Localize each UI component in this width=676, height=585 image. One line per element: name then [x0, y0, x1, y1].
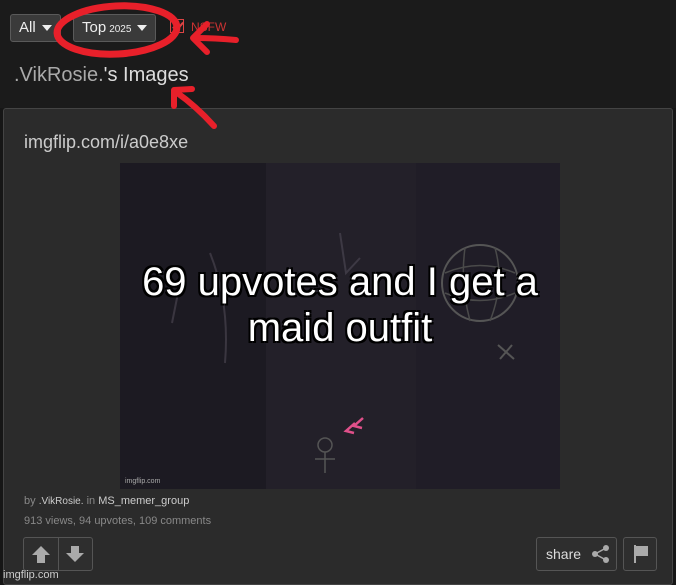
- downvote-button[interactable]: [58, 538, 92, 570]
- flag-icon: [634, 545, 648, 563]
- meme-caption: 69 upvotes and I get a maid outfit: [142, 260, 538, 350]
- annotation-arrow: [173, 89, 217, 129]
- in-prefix: in: [86, 495, 96, 507]
- share-label: share: [546, 546, 582, 562]
- annotation-circle: [53, 2, 181, 58]
- by-prefix: by: [24, 495, 36, 507]
- image-card: imgflip.com/i/a0e8xe 69 upvotes and I ge…: [3, 108, 673, 585]
- upvote-arrow-icon: [32, 546, 50, 563]
- upvote-button[interactable]: [24, 538, 59, 570]
- site-watermark: imgflip.com: [3, 569, 59, 581]
- group-link[interactable]: MS_memer_group: [98, 495, 189, 507]
- byline: by .VikRosie. in MS_memer_group: [24, 495, 189, 507]
- share-icon: [592, 545, 609, 563]
- meme-watermark: imgflip.com: [125, 478, 161, 485]
- vote-buttons: [23, 537, 93, 571]
- image-stats: 913 views, 94 upvotes, 109 comments: [24, 515, 212, 527]
- annotation-arrow: [192, 35, 239, 43]
- flag-button[interactable]: [623, 537, 657, 571]
- downvote-arrow-icon: [66, 546, 84, 562]
- red-annotations: [53, 2, 239, 129]
- share-button[interactable]: share: [536, 537, 617, 571]
- author-link[interactable]: .VikRosie.: [39, 496, 84, 507]
- meme-image[interactable]: 69 upvotes and I get a maid outfit imgfl…: [120, 163, 560, 489]
